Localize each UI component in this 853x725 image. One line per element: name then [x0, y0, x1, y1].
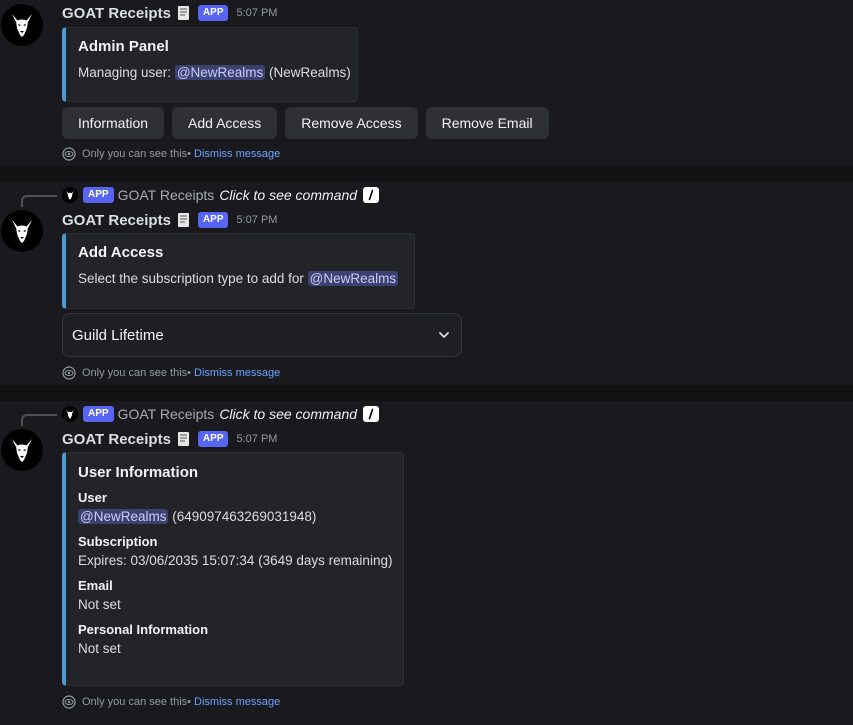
receipt-emoji-icon [177, 431, 191, 447]
bot-avatar[interactable] [1, 429, 43, 471]
subscription-type-select[interactable]: Guild Lifetime [62, 313, 462, 357]
embed-description: Managing user: @NewRealms (NewRealms) [78, 64, 351, 82]
click-to-see-command[interactable]: Click to see command [219, 406, 357, 422]
click-to-see-command[interactable]: Click to see command [219, 187, 357, 203]
ephemeral-text: Only you can see this [82, 367, 188, 379]
timestamp: 5:07 PM [236, 433, 278, 445]
dismiss-message-link[interactable]: Dismiss message [194, 696, 280, 708]
dismiss-message-link[interactable]: Dismiss message [194, 367, 280, 379]
slash-command-icon [363, 187, 380, 203]
bot-avatar[interactable] [1, 4, 43, 46]
field-user-name: User [78, 490, 107, 505]
eye-icon [62, 147, 76, 161]
user-mention[interactable]: @NewRealms [307, 271, 399, 286]
field-subscription-value: Expires: 03/06/2035 15:07:34 (3649 days … [78, 553, 393, 568]
ephemeral-separator: • [187, 148, 192, 160]
reply-connector [21, 195, 57, 207]
receipt-emoji-icon [177, 212, 191, 228]
eye-icon [62, 366, 76, 380]
message-user-information: APP GOAT Receipts Click to see command G… [0, 401, 853, 725]
app-tag: APP [197, 431, 229, 447]
bot-username[interactable]: GOAT Receipts [62, 431, 171, 448]
reply-username[interactable]: GOAT Receipts [118, 406, 215, 422]
app-tag: APP [197, 212, 229, 228]
field-personal-name: Personal Information [78, 622, 209, 637]
bot-username[interactable]: GOAT Receipts [62, 5, 171, 22]
slash-command-icon [363, 406, 380, 422]
reply-app-tag: APP [83, 187, 114, 203]
message-admin-panel: GOAT Receipts APP 5:07 PM Admin Panel Ma… [0, 0, 853, 166]
embed-desc-text: Select the subscription type to add for [78, 271, 308, 286]
eye-icon [62, 695, 76, 709]
remove-access-button[interactable]: Remove Access [285, 107, 418, 139]
embed-title: Admin Panel [78, 38, 169, 55]
field-user-value: @NewRealms (649097463269031948) [78, 507, 389, 527]
add-access-button[interactable]: Add Access [172, 107, 278, 139]
embed-title: Add Access [78, 244, 164, 261]
chevron-down-icon [439, 332, 449, 338]
ephemeral-separator: • [187, 696, 192, 708]
embed-title: User Information [78, 464, 199, 481]
command-reply-bar[interactable]: APP GOAT Receipts Click to see command [62, 405, 380, 423]
ephemeral-text: Only you can see this [82, 148, 188, 160]
timestamp: 5:07 PM [236, 214, 278, 226]
goat-avatar-icon [12, 439, 32, 462]
reply-connector [21, 414, 57, 426]
bot-username[interactable]: GOAT Receipts [62, 212, 171, 229]
user-mention[interactable]: @NewRealms [78, 509, 169, 524]
embed-description: Select the subscription type to add for … [78, 270, 400, 288]
app-tag: APP [197, 5, 229, 21]
field-subscription-name: Subscription [78, 534, 158, 549]
reply-username[interactable]: GOAT Receipts [118, 187, 215, 203]
goat-avatar-icon [12, 14, 32, 37]
field-email-value: Not set [78, 597, 121, 612]
goat-avatar-icon [12, 220, 32, 243]
information-button[interactable]: Information [62, 107, 165, 139]
ephemeral-notice: Only you can see this • Dismiss message [62, 147, 280, 161]
embed-admin-panel: Admin Panel Managing user: @NewRealms (N… [62, 27, 358, 102]
message-separator [0, 385, 853, 401]
embed-desc-suffix: (NewRealms) [265, 65, 351, 80]
user-mention[interactable]: @NewRealms [174, 65, 266, 80]
select-value: Guild Lifetime [72, 326, 164, 344]
embed-user-information: User Information User @NewRealms (649097… [62, 452, 404, 686]
remove-email-button[interactable]: Remove Email [425, 107, 549, 139]
command-reply-bar[interactable]: APP GOAT Receipts Click to see command [62, 186, 380, 204]
embed-desc-text: Managing user: [78, 65, 175, 80]
field-personal-value: Not set [78, 641, 121, 656]
mini-goat-avatar-icon [62, 406, 78, 422]
mini-goat-avatar-icon [62, 187, 78, 203]
receipt-emoji-icon [177, 5, 191, 21]
message-separator [0, 166, 853, 182]
ephemeral-separator: • [187, 367, 192, 379]
reply-app-tag: APP [83, 406, 114, 422]
ephemeral-notice: Only you can see this • Dismiss message [62, 695, 280, 709]
field-email-name: Email [78, 578, 113, 593]
message-header: GOAT Receipts APP 5:07 PM [62, 429, 277, 449]
timestamp: 5:07 PM [236, 7, 278, 19]
user-id: (649097463269031948) [168, 509, 317, 524]
message-header: GOAT Receipts APP 5:07 PM [62, 3, 277, 23]
bot-avatar[interactable] [1, 210, 43, 252]
dismiss-message-link[interactable]: Dismiss message [194, 148, 280, 160]
ephemeral-text: Only you can see this [82, 696, 188, 708]
ephemeral-notice: Only you can see this • Dismiss message [62, 366, 280, 380]
action-buttons: Information Add Access Remove Access Rem… [62, 107, 549, 139]
embed-add-access: Add Access Select the subscription type … [62, 233, 415, 309]
message-add-access: APP GOAT Receipts Click to see command G… [0, 182, 853, 385]
message-header: GOAT Receipts APP 5:07 PM [62, 210, 277, 230]
